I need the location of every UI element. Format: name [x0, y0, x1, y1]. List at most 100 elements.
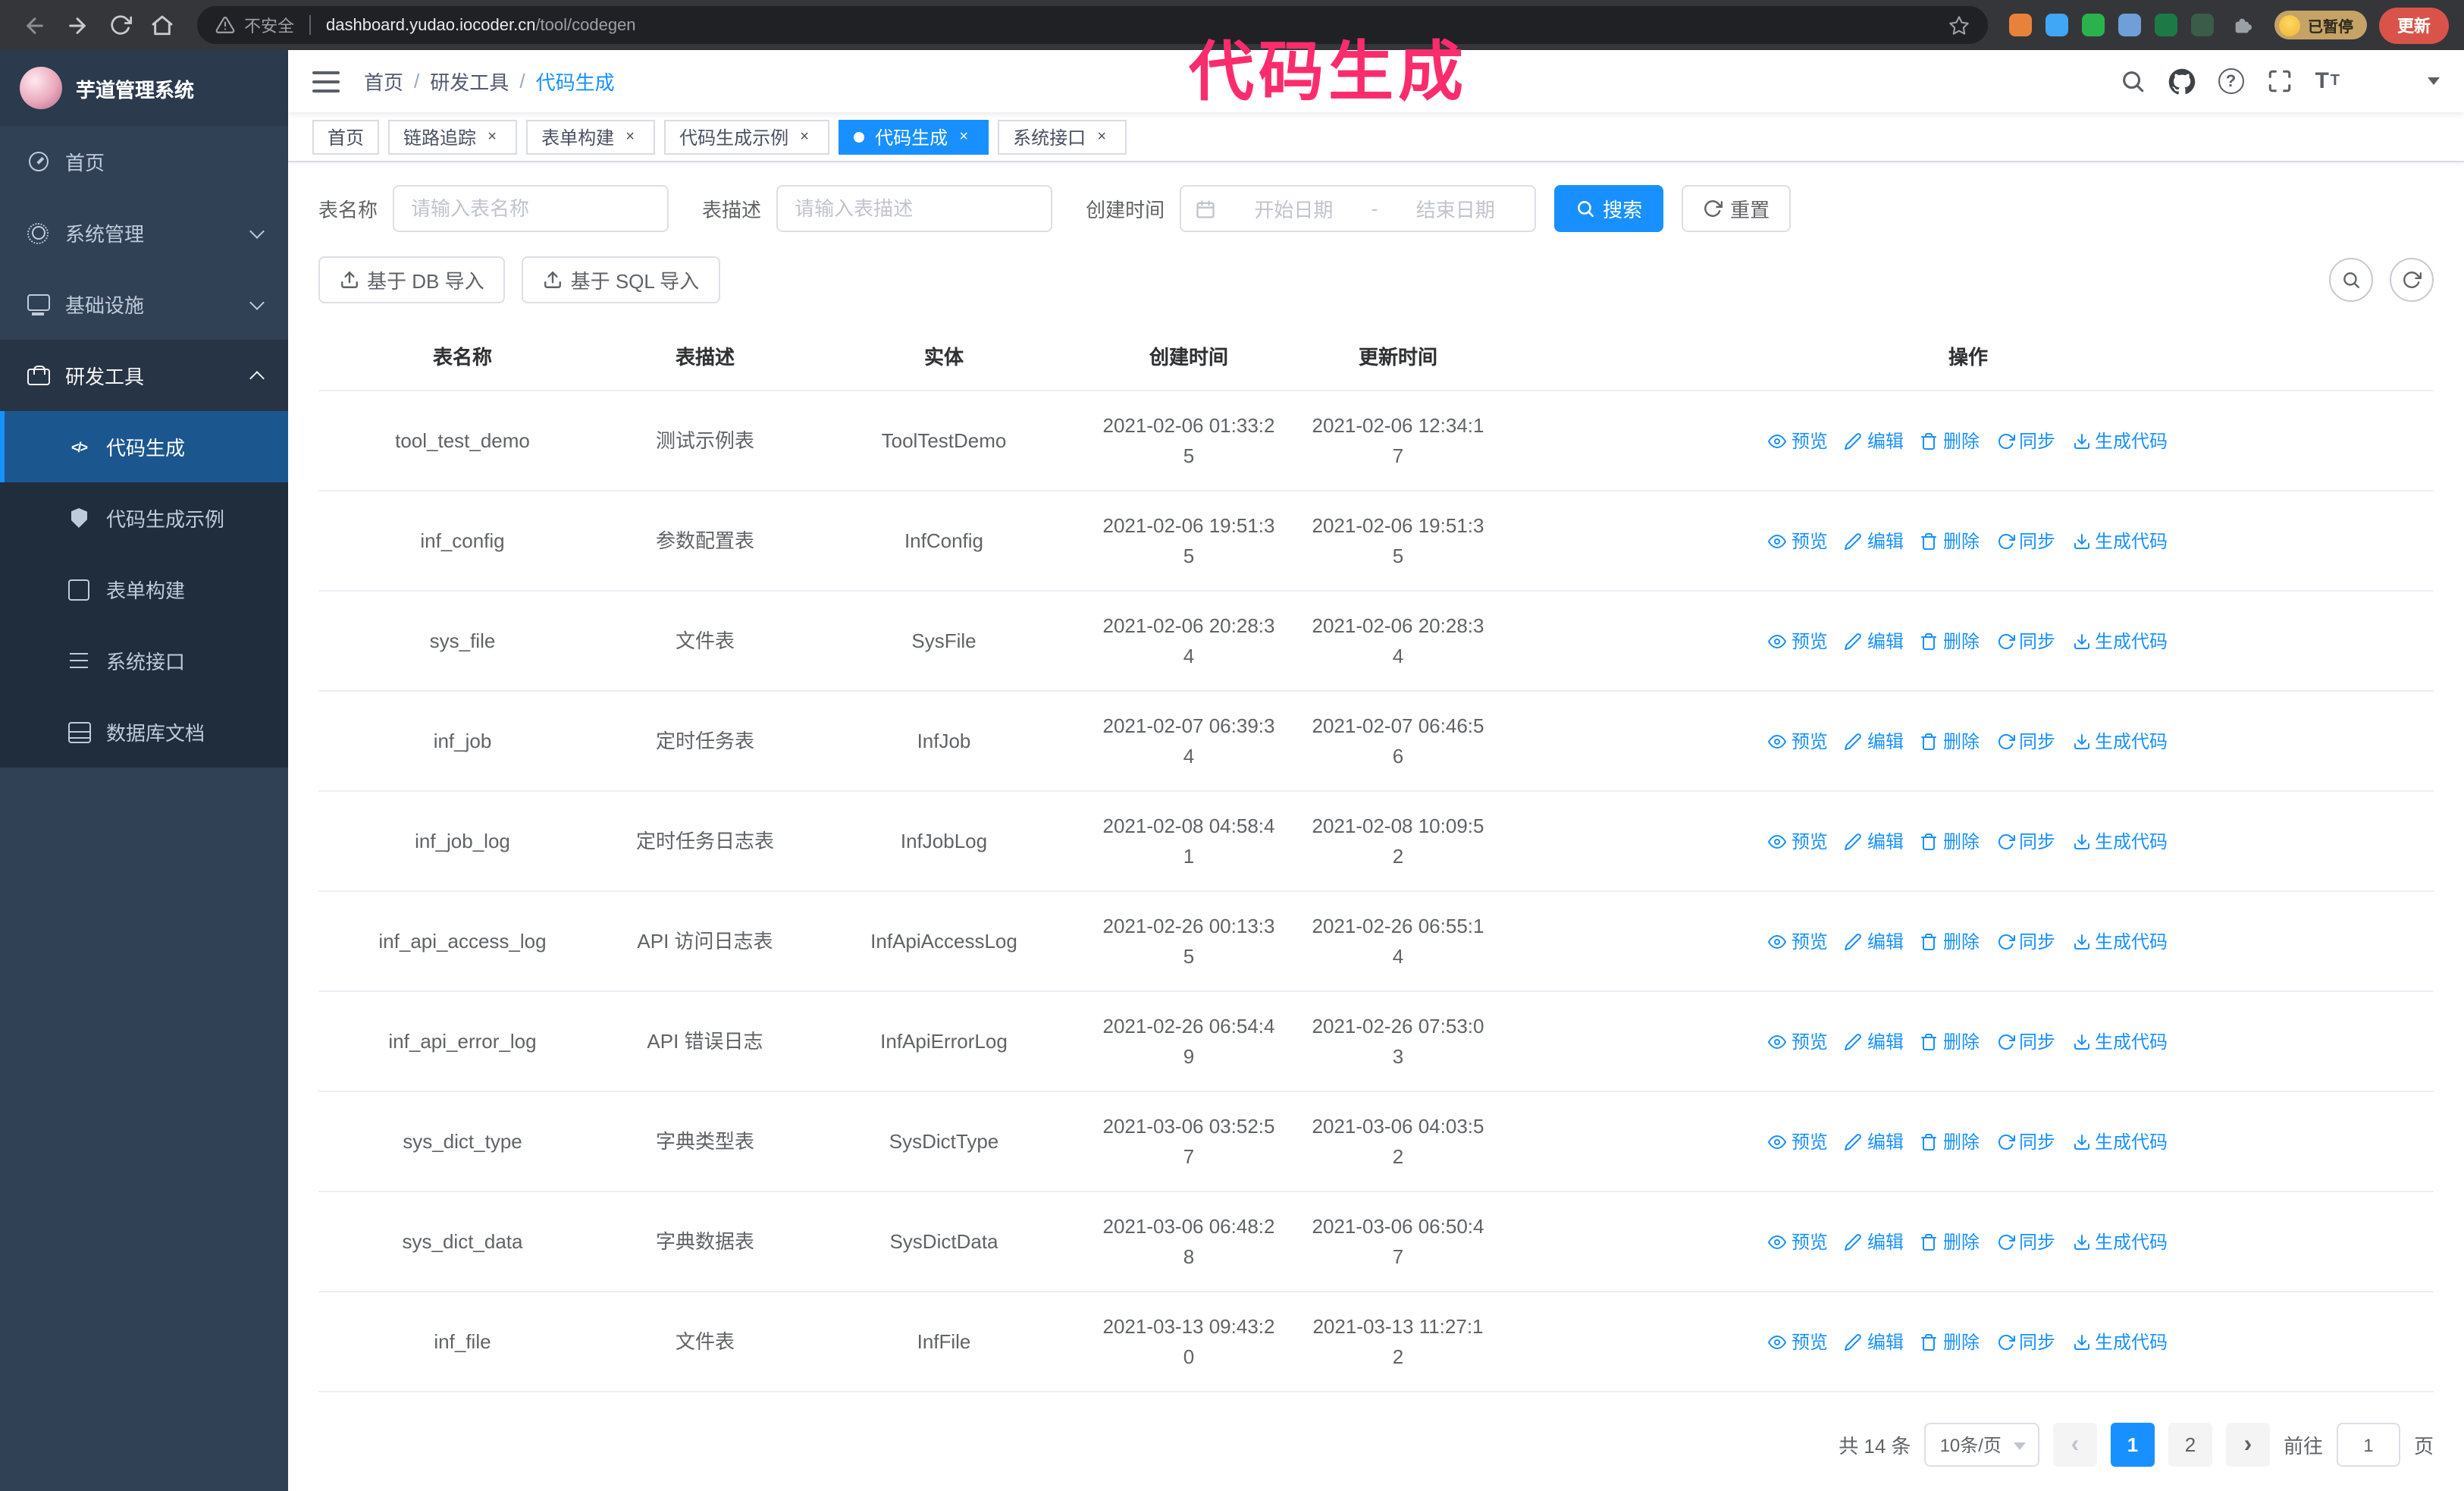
app-logo[interactable]: 芋道管理系统: [0, 50, 288, 126]
tag-tab[interactable]: 表单构建: [526, 119, 656, 155]
delete-link[interactable]: 删除: [1920, 427, 1980, 454]
forward-icon[interactable]: [58, 5, 97, 45]
edit-link[interactable]: 编辑: [1845, 1028, 1904, 1055]
edit-link[interactable]: 编辑: [1845, 727, 1904, 755]
sidebar-subitem[interactable]: 表单构建: [0, 554, 288, 625]
delete-link[interactable]: 删除: [1920, 527, 1980, 554]
delete-link[interactable]: 删除: [1920, 1228, 1980, 1255]
chrome-update-button[interactable]: 更新: [2379, 7, 2449, 43]
question-icon[interactable]: [2218, 68, 2244, 95]
reload-icon[interactable]: [100, 5, 140, 45]
edit-link[interactable]: 编辑: [1845, 827, 1904, 855]
generate-code-link[interactable]: 生成代码: [2072, 1028, 2168, 1055]
edit-link[interactable]: 编辑: [1845, 1128, 1904, 1155]
date-range-picker[interactable]: 开始日期 - 结束日期: [1180, 185, 1537, 232]
tag-tab[interactable]: 系统接口: [998, 119, 1127, 155]
edit-link[interactable]: 编辑: [1845, 627, 1904, 654]
reset-button[interactable]: 重置: [1682, 185, 1792, 232]
github-icon[interactable]: [2168, 67, 2195, 95]
import-db-button[interactable]: 基于 DB 导入: [318, 256, 506, 303]
preview-link[interactable]: 预览: [1768, 527, 1828, 554]
preview-link[interactable]: 预览: [1768, 427, 1828, 454]
preview-link[interactable]: 预览: [1768, 627, 1828, 654]
generate-code-link[interactable]: 生成代码: [2072, 827, 2168, 855]
delete-link[interactable]: 删除: [1920, 627, 1980, 654]
tag-tab[interactable]: 代码生成: [839, 119, 989, 155]
close-icon[interactable]: [795, 127, 814, 146]
tag-tab[interactable]: 首页: [312, 119, 380, 155]
sidebar-item[interactable]: 系统管理: [0, 197, 288, 268]
edit-link[interactable]: 编辑: [1845, 427, 1904, 454]
home-icon[interactable]: [143, 5, 182, 45]
sidebar-subitem[interactable]: 代码生成: [0, 411, 288, 482]
generate-code-link[interactable]: 生成代码: [2072, 727, 2168, 755]
hamburger-icon[interactable]: [312, 71, 340, 93]
goto-page-input[interactable]: [2336, 1423, 2400, 1467]
preview-link[interactable]: 预览: [1768, 727, 1828, 755]
preview-link[interactable]: 预览: [1768, 1028, 1828, 1055]
edit-link[interactable]: 编辑: [1845, 527, 1904, 554]
sync-link[interactable]: 同步: [1996, 1328, 2055, 1355]
caret-down-icon[interactable]: [2428, 77, 2440, 86]
sync-link[interactable]: 同步: [1996, 1228, 2055, 1255]
ext-blue-drop-icon[interactable]: [2045, 14, 2068, 36]
close-icon[interactable]: [1092, 127, 1111, 146]
search-icon[interactable]: [2119, 68, 2145, 94]
breadcrumb-item[interactable]: 研发工具: [403, 67, 509, 96]
sync-link[interactable]: 同步: [1996, 827, 2055, 855]
page-number[interactable]: 2: [2168, 1423, 2212, 1467]
ext-green-dark-icon[interactable]: [2155, 14, 2177, 36]
delete-link[interactable]: 删除: [1920, 827, 1980, 855]
prev-page-button[interactable]: [2052, 1423, 2097, 1467]
delete-link[interactable]: 删除: [1920, 1028, 1980, 1055]
edit-link[interactable]: 编辑: [1845, 1228, 1904, 1255]
profile-paused-chip[interactable]: 已暂停: [2274, 11, 2367, 39]
sync-link[interactable]: 同步: [1996, 928, 2055, 955]
address-bar[interactable]: 不安全 dashboard.yudao.iocoder.cn/tool/code…: [197, 6, 1988, 44]
import-sql-button[interactable]: 基于 SQL 导入: [522, 256, 721, 303]
back-icon[interactable]: [15, 5, 55, 45]
ext-forest-icon[interactable]: [2191, 14, 2214, 36]
generate-code-link[interactable]: 生成代码: [2072, 427, 2168, 454]
preview-link[interactable]: 预览: [1768, 1228, 1828, 1255]
fullscreen-icon[interactable]: [2266, 68, 2292, 94]
preview-link[interactable]: 预览: [1768, 827, 1828, 855]
preview-link[interactable]: 预览: [1768, 1328, 1828, 1355]
sync-link[interactable]: 同步: [1996, 1128, 2055, 1155]
extensions-puzzle-icon[interactable]: [2230, 13, 2255, 37]
page-size-select[interactable]: 10条/页: [1924, 1423, 2039, 1467]
table-desc-input[interactable]: [776, 185, 1053, 232]
edit-link[interactable]: 编辑: [1845, 1328, 1904, 1355]
sidebar-subitem[interactable]: 系统接口: [0, 625, 288, 696]
delete-link[interactable]: 删除: [1920, 1128, 1980, 1155]
generate-code-link[interactable]: 生成代码: [2072, 1128, 2168, 1155]
page-number[interactable]: 1: [2110, 1423, 2155, 1467]
sync-link[interactable]: 同步: [1996, 527, 2055, 554]
delete-link[interactable]: 删除: [1920, 1328, 1980, 1355]
generate-code-link[interactable]: 生成代码: [2072, 527, 2168, 554]
ext-people-icon[interactable]: [2118, 14, 2141, 36]
sidebar-item[interactable]: 基础设施: [0, 268, 288, 340]
generate-code-link[interactable]: 生成代码: [2072, 1228, 2168, 1255]
font-size-icon[interactable]: [2315, 68, 2340, 94]
sidebar-item[interactable]: 首页: [0, 126, 288, 197]
sync-link[interactable]: 同步: [1996, 1028, 2055, 1055]
edit-link[interactable]: 编辑: [1845, 928, 1904, 955]
next-page-button[interactable]: [2225, 1423, 2270, 1467]
ext-orange-icon[interactable]: [2009, 14, 2032, 36]
delete-link[interactable]: 删除: [1920, 928, 1980, 955]
ext-green-check-icon[interactable]: [2082, 14, 2105, 36]
bookmark-star-icon[interactable]: [1948, 14, 1970, 36]
breadcrumb-item[interactable]: 首页: [364, 67, 403, 96]
search-button[interactable]: 搜索: [1554, 185, 1664, 232]
toggle-search-button[interactable]: [2329, 258, 2373, 302]
generate-code-link[interactable]: 生成代码: [2072, 928, 2168, 955]
preview-link[interactable]: 预览: [1768, 928, 1828, 955]
generate-code-link[interactable]: 生成代码: [2072, 627, 2168, 654]
sync-link[interactable]: 同步: [1996, 727, 2055, 755]
generate-code-link[interactable]: 生成代码: [2072, 1328, 2168, 1355]
sidebar-subitem[interactable]: 代码生成示例: [0, 482, 288, 554]
close-icon[interactable]: [482, 127, 502, 146]
sidebar-subitem[interactable]: 数据库文档: [0, 696, 288, 767]
breadcrumb-item[interactable]: 代码生成: [509, 67, 615, 96]
